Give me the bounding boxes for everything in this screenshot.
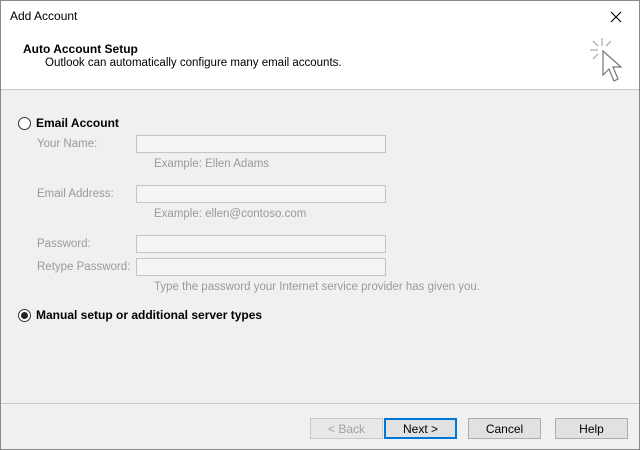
manual-setup-radio[interactable] — [18, 308, 31, 322]
password-label: Password: — [37, 238, 91, 250]
manual-setup-label: Manual setup or additional server types — [36, 308, 263, 322]
email-account-label: Email Account — [36, 116, 119, 130]
email-address-field[interactable] — [136, 185, 386, 203]
close-icon — [610, 11, 622, 22]
header-panel: Auto Account Setup Outlook can automatic… — [1, 32, 639, 90]
your-name-hint: Example: Ellen Adams — [154, 158, 270, 170]
help-button[interactable]: Help — [555, 418, 628, 439]
cursor-sparkle-icon — [590, 38, 623, 82]
cancel-button[interactable]: Cancel — [468, 418, 541, 439]
retype-password-field[interactable] — [136, 258, 386, 276]
password-hint: Type the password your Internet service … — [154, 281, 481, 293]
add-account-dialog: Add Account Auto Account Setup Outlook c… — [0, 0, 640, 450]
back-button[interactable]: < Back — [310, 418, 383, 439]
email-address-hint: Example: ellen@contoso.com — [154, 208, 307, 220]
your-name-label: Your Name: — [37, 138, 98, 150]
next-button[interactable]: Next > — [384, 418, 457, 439]
header-title: Auto Account Setup — [23, 42, 138, 56]
header-subtitle: Outlook can automatically configure many… — [45, 57, 342, 69]
email-account-radio[interactable] — [18, 116, 31, 130]
retype-password-label: Retype Password: — [37, 261, 131, 273]
window-title: Add Account — [10, 9, 78, 23]
footer-divider — [1, 403, 639, 404]
close-button[interactable] — [593, 1, 639, 32]
email-account-option[interactable]: Email Account — [18, 116, 119, 130]
title-bar: Add Account — [1, 1, 639, 32]
email-address-label: Email Address: — [37, 188, 114, 200]
manual-setup-option[interactable]: Manual setup or additional server types — [18, 308, 262, 322]
your-name-field[interactable] — [136, 135, 386, 153]
password-field[interactable] — [136, 235, 386, 253]
